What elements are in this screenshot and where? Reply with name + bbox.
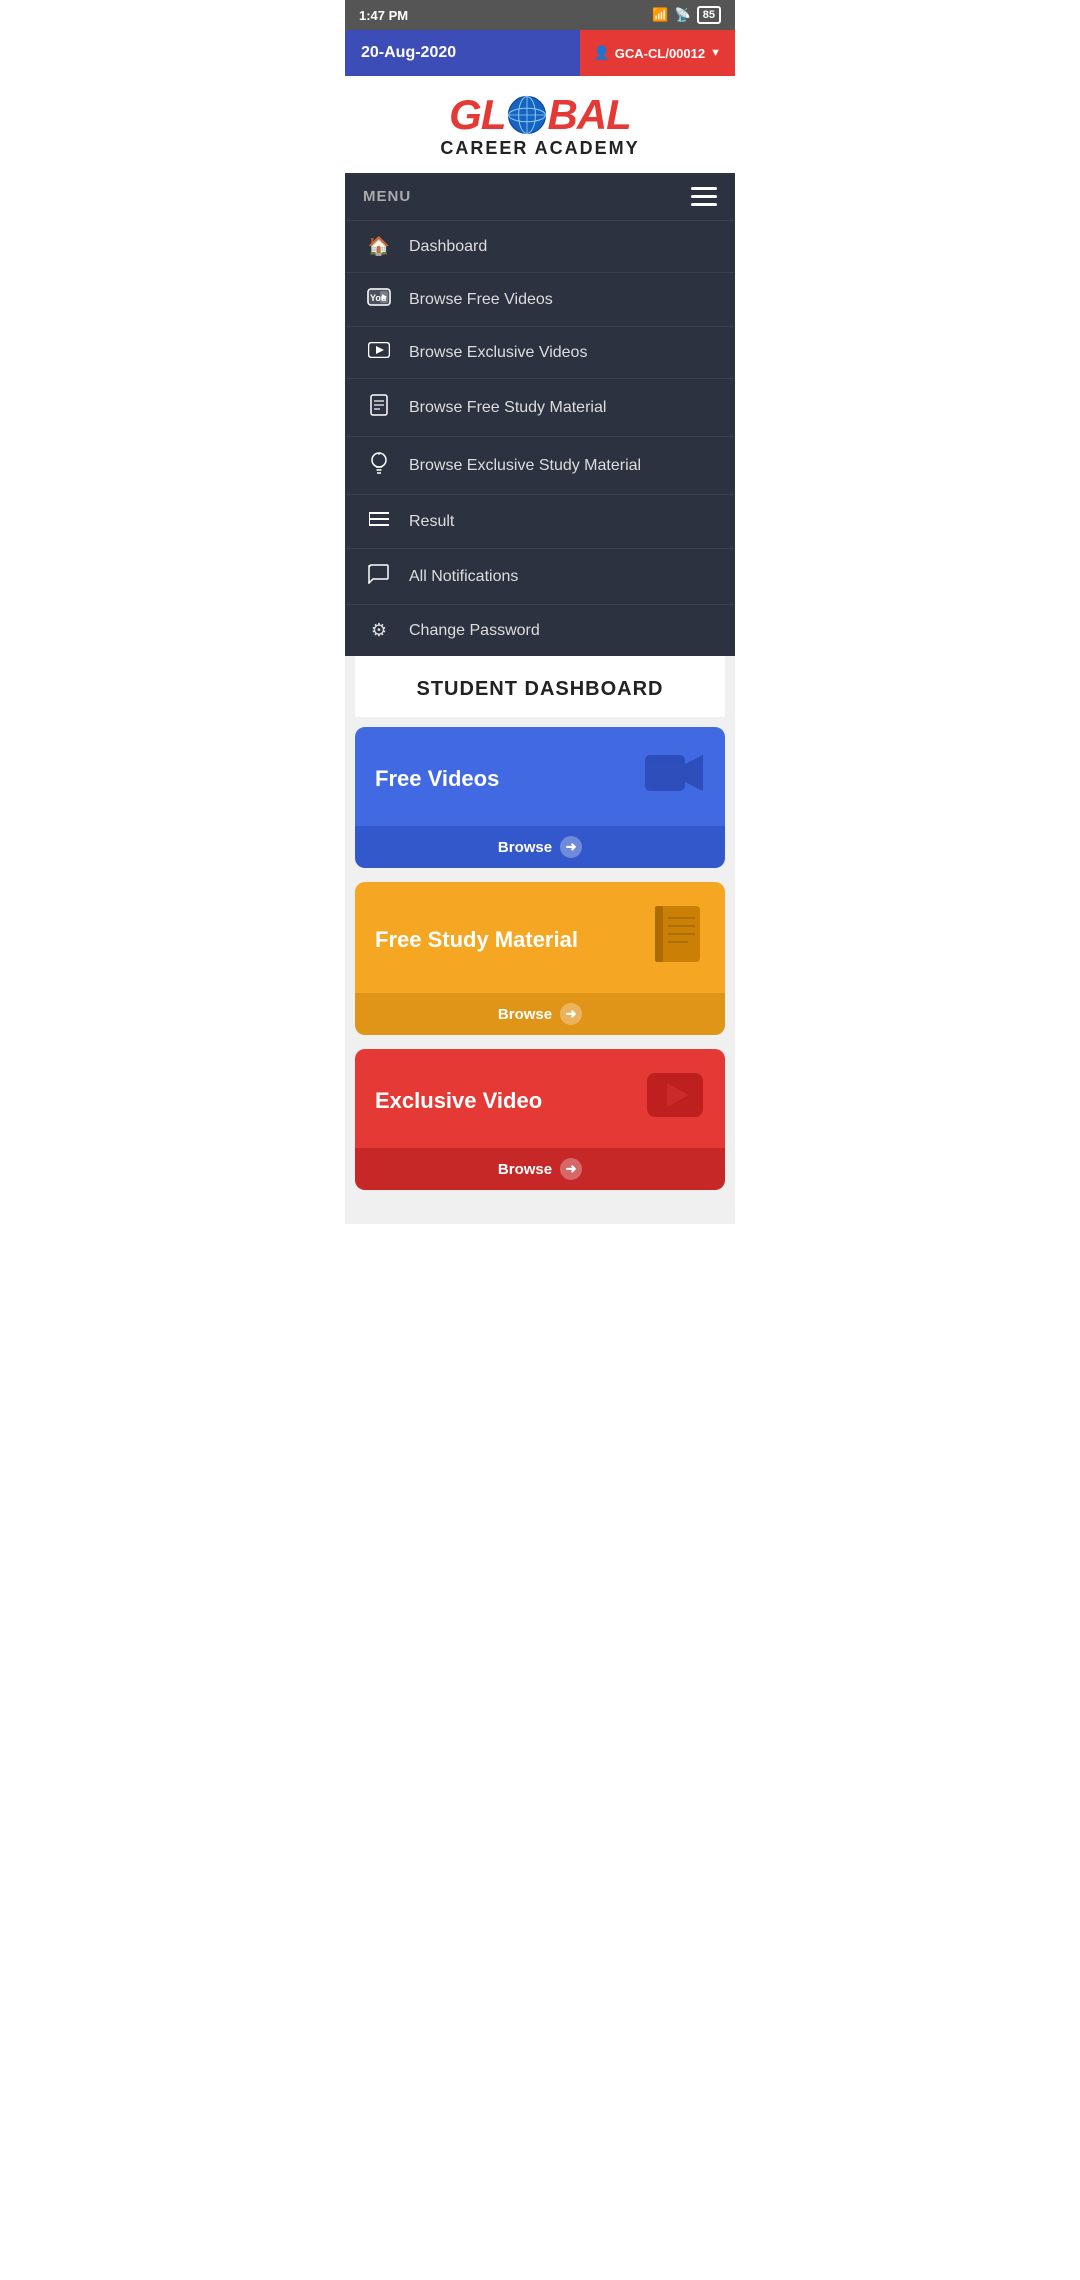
sidebar-item-browse-free-videos[interactable]: You Browse Free Videos (345, 272, 735, 326)
browse-label: Browse (498, 839, 552, 856)
arrow-right-icon: ➜ (560, 1003, 582, 1025)
time: 1:47 PM (359, 8, 408, 23)
arrow-right-icon: ➜ (560, 1158, 582, 1180)
sidebar-item-all-notifications[interactable]: All Notifications (345, 548, 735, 604)
header-date: 20-Aug-2020 (345, 30, 580, 76)
browse-label: Browse (498, 1161, 552, 1178)
nav-label-result: Result (409, 513, 454, 531)
dashboard-title: STUDENT DASHBOARD (355, 656, 725, 717)
user-profile-button[interactable]: 👤 GCA-CL/00012 ▼ (580, 30, 735, 76)
arrow-right-icon: ➜ (560, 836, 582, 858)
play-button-icon (645, 1071, 705, 1130)
nav-label-browse-free-videos: Browse Free Videos (409, 291, 553, 309)
header-bar: 20-Aug-2020 👤 GCA-CL/00012 ▼ (345, 30, 735, 76)
free-study-material-card-title: Free Study Material (375, 927, 578, 953)
sidebar-item-dashboard[interactable]: 🏠 Dashboard (345, 220, 735, 272)
play-icon (365, 342, 393, 363)
nav-label-browse-exclusive-study-material: Browse Exclusive Study Material (409, 457, 641, 475)
sidebar-item-result[interactable]: Result (345, 494, 735, 548)
free-videos-card-title: Free Videos (375, 766, 499, 792)
browse-label: Browse (498, 1006, 552, 1023)
gear-icon: ⚙ (365, 620, 393, 641)
sidebar-item-browse-free-study-material[interactable]: Browse Free Study Material (345, 378, 735, 436)
logo-area: GL BAL CAREER ACADEMY (345, 76, 735, 173)
nav-list: 🏠 Dashboard You Browse Free Videos Brows… (345, 220, 735, 656)
sidebar-item-change-password[interactable]: ⚙ Change Password (345, 604, 735, 656)
wifi-icon: 📡 (675, 7, 691, 23)
menu-label: MENU (363, 188, 411, 205)
exclusive-video-browse-button[interactable]: Browse ➜ (355, 1148, 725, 1190)
chat-icon (365, 564, 393, 589)
logo-career-text: CAREER ACADEMY (355, 138, 725, 159)
nav-label-change-password: Change Password (409, 622, 540, 640)
nav-label-all-notifications: All Notifications (409, 568, 518, 586)
battery-indicator: 85 (697, 6, 721, 24)
video-camera-icon (645, 749, 705, 808)
list-icon (365, 510, 393, 533)
user-icon: 👤 (594, 45, 610, 61)
youtube-icon: You (365, 288, 393, 311)
menu-bar: MENU (345, 173, 735, 220)
nav-label-browse-free-study-material: Browse Free Study Material (409, 399, 606, 417)
free-videos-card: Free Videos Browse ➜ (355, 727, 725, 868)
logo-global-text2: BAL (548, 94, 631, 136)
notebook-icon (650, 904, 705, 975)
nav-label-dashboard: Dashboard (409, 238, 487, 256)
sidebar-item-browse-exclusive-study-material[interactable]: Browse Exclusive Study Material (345, 436, 735, 494)
free-study-material-browse-button[interactable]: Browse ➜ (355, 993, 725, 1035)
logo-global-text: GL (449, 94, 505, 136)
user-id: GCA-CL/00012 (615, 46, 705, 61)
status-icons: 📶 📡 85 (652, 6, 721, 24)
home-icon: 🏠 (365, 236, 393, 257)
sidebar-item-browse-exclusive-videos[interactable]: Browse Exclusive Videos (345, 326, 735, 378)
exclusive-video-card-title: Exclusive Video (375, 1088, 542, 1114)
exclusive-video-card: Exclusive Video Browse ➜ (355, 1049, 725, 1190)
status-bar: 1:47 PM 📶 📡 85 (345, 0, 735, 30)
hamburger-button[interactable] (691, 187, 717, 206)
globe-icon (506, 94, 548, 136)
dashboard-section: STUDENT DASHBOARD Free Videos Browse ➜ F… (345, 656, 735, 1224)
nav-label-browse-exclusive-videos: Browse Exclusive Videos (409, 344, 587, 362)
book-icon (365, 394, 393, 421)
free-study-material-card: Free Study Material Browse ➜ (355, 882, 725, 1035)
signal-icon: 📶 (652, 7, 668, 23)
logo-row: GL BAL (355, 94, 725, 136)
chevron-down-icon: ▼ (710, 47, 721, 59)
bulb-icon (365, 452, 393, 479)
free-videos-browse-button[interactable]: Browse ➜ (355, 826, 725, 868)
